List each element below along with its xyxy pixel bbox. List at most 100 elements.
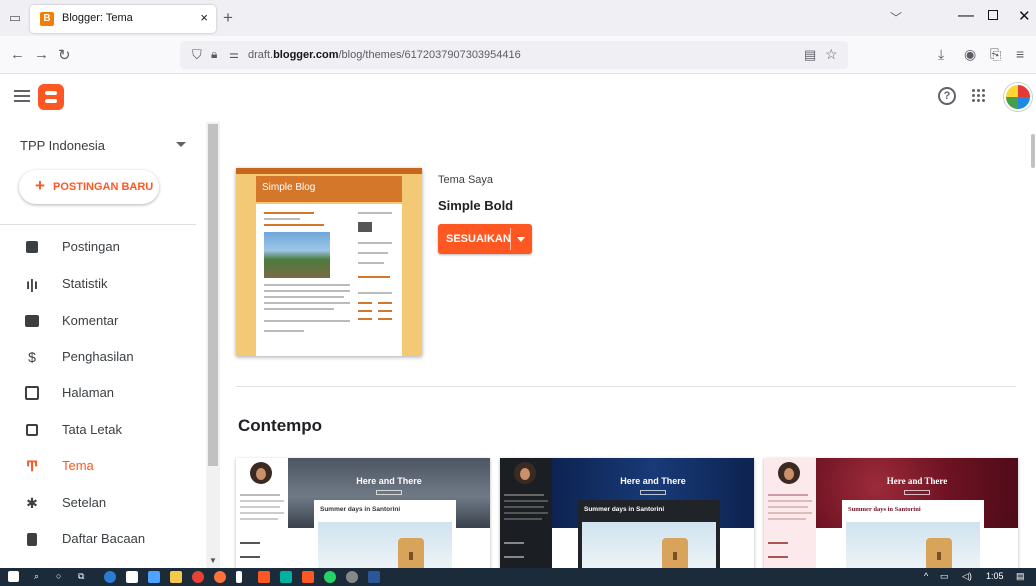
reader-view-icon[interactable]: ▤ bbox=[804, 47, 816, 63]
blogger-app-icon[interactable] bbox=[258, 571, 270, 583]
account-avatar[interactable] bbox=[1004, 83, 1032, 111]
themes-main: Simple Blog Tema Saya Simple Bold SESUAI… bbox=[220, 122, 1030, 570]
whatsapp-icon[interactable] bbox=[324, 571, 336, 583]
forward-icon[interactable]: → bbox=[34, 46, 49, 63]
reload-icon[interactable]: ↻ bbox=[58, 46, 71, 64]
card-post-image bbox=[846, 522, 980, 570]
card-post-title: Summer days in Santorini bbox=[848, 506, 921, 513]
dropdown-arrow-icon[interactable] bbox=[517, 237, 525, 242]
clock-time[interactable]: 1:05 bbox=[986, 571, 1004, 581]
sidebar-item-label: Setelan bbox=[62, 495, 107, 510]
url-text[interactable]: draft.blogger.com/blog/themes/6172037907… bbox=[248, 49, 521, 61]
firefox-icon[interactable] bbox=[214, 571, 226, 583]
sidebar-item-stats[interactable]: ı|ı Statistik bbox=[0, 267, 196, 301]
sidebar-item-posts[interactable]: Postingan bbox=[0, 230, 196, 264]
card-sidebar bbox=[236, 458, 288, 570]
new-post-button[interactable]: + POSTINGAN BARU bbox=[19, 170, 159, 204]
theme-card-contempo-red[interactable]: Here and There Summer days in Santorini bbox=[764, 458, 1018, 570]
back-icon[interactable]: ← bbox=[10, 46, 25, 63]
menu-icon[interactable]: ≡ bbox=[1016, 46, 1024, 62]
app-icon[interactable] bbox=[236, 571, 242, 583]
volume-icon[interactable]: ◁) bbox=[962, 571, 972, 582]
globe-icon[interactable] bbox=[346, 571, 358, 583]
network-icon[interactable]: ▭ bbox=[940, 571, 949, 582]
posts-icon bbox=[24, 239, 40, 255]
windows-start-icon[interactable] bbox=[8, 571, 19, 582]
word-icon[interactable] bbox=[368, 571, 380, 583]
apps-grid-icon[interactable] bbox=[972, 89, 986, 103]
sidebar-item-layout[interactable]: Tata Letak bbox=[0, 413, 196, 447]
browser-tab[interactable]: B Blogger: Tema × bbox=[30, 5, 216, 33]
current-theme-thumbnail[interactable]: Simple Blog bbox=[236, 168, 422, 356]
blogger-app-icon-2[interactable] bbox=[302, 571, 314, 583]
card-post-title: Summer days in Santorini bbox=[584, 506, 665, 513]
layout-icon bbox=[24, 422, 40, 438]
window-minimize-icon[interactable]: — bbox=[958, 7, 974, 25]
card-sidebar bbox=[500, 458, 552, 570]
thumbnail-blog-title: Simple Blog bbox=[262, 182, 316, 193]
sidebar-item-settings[interactable]: ✱ Setelan bbox=[0, 486, 196, 520]
sidebar-item-label: Halaman bbox=[62, 385, 115, 400]
blog-selector[interactable]: TPP Indonesia bbox=[20, 138, 105, 153]
theme-card-contempo-dark[interactable]: Here and There Summer days in Santorini bbox=[500, 458, 754, 570]
card-hero-pill bbox=[640, 490, 666, 495]
sidebar-item-comments[interactable]: Komentar bbox=[0, 304, 196, 338]
tab-list-icon[interactable]: ▭ bbox=[6, 9, 24, 27]
close-tab-icon[interactable]: × bbox=[200, 10, 208, 25]
task-view-icon[interactable]: ⧉ bbox=[78, 571, 84, 582]
chevron-down-icon[interactable] bbox=[176, 142, 186, 147]
tower-window bbox=[673, 552, 677, 560]
blogger-header: ? bbox=[0, 74, 1036, 122]
sidebar-item-label: Tema bbox=[62, 458, 94, 473]
sidebar-item-label: Daftar Bacaan bbox=[62, 531, 146, 546]
new-tab-icon[interactable]: + bbox=[223, 8, 233, 28]
stats-icon: ı|ı bbox=[26, 276, 38, 292]
card-post-title: Summer days in Santorini bbox=[320, 506, 401, 513]
shield-icon[interactable]: ⛉ bbox=[192, 47, 202, 63]
sidebar-item-reading-list[interactable]: Daftar Bacaan bbox=[0, 522, 196, 556]
mail-icon[interactable] bbox=[126, 571, 138, 583]
extensions-icon[interactable]: ⎘ bbox=[990, 46, 1001, 63]
address-bar[interactable]: ⛉ 🔒︎ ⚌ draft.blogger.com/blog/themes/617… bbox=[180, 41, 848, 69]
file-explorer-icon[interactable] bbox=[170, 571, 182, 583]
store-icon[interactable] bbox=[148, 571, 160, 583]
hamburger-menu-icon[interactable] bbox=[14, 90, 30, 102]
card-sidebar bbox=[764, 458, 816, 570]
plus-icon: + bbox=[35, 176, 45, 195]
window-close-icon[interactable]: ✕ bbox=[1018, 7, 1031, 25]
sidebar-item-theme[interactable]: Ͳ Tema bbox=[0, 449, 196, 483]
sidebar-scrollbar-thumb[interactable] bbox=[208, 124, 218, 466]
list-all-tabs-icon[interactable]: ﹀ bbox=[890, 9, 902, 26]
chrome-icon[interactable] bbox=[192, 571, 204, 583]
sidebar-item-earnings[interactable]: $ Penghasilan bbox=[0, 340, 196, 374]
customize-button[interactable]: SESUAIKAN bbox=[438, 224, 532, 254]
customize-label: SESUAIKAN bbox=[446, 233, 511, 245]
notification-icon[interactable]: ▤ bbox=[1016, 571, 1025, 582]
thumbnail-photo bbox=[264, 232, 330, 278]
tray-up-icon[interactable]: ^ bbox=[924, 571, 928, 581]
lock-icon[interactable]: 🔒︎ bbox=[211, 47, 217, 62]
section-divider bbox=[236, 386, 1016, 387]
window-maximize-icon[interactable] bbox=[988, 10, 998, 20]
my-theme-label: Tema Saya bbox=[438, 174, 494, 186]
edge-icon[interactable] bbox=[104, 571, 116, 583]
theme-icon: Ͳ bbox=[25, 458, 39, 474]
main-scrollbar-thumb[interactable] bbox=[1031, 134, 1035, 168]
search-icon[interactable]: ⌕ bbox=[34, 571, 39, 582]
blogger-logo[interactable] bbox=[38, 84, 64, 110]
tower-window bbox=[937, 552, 941, 560]
bookmark-star-icon[interactable]: ☆ bbox=[825, 46, 838, 63]
sidebar-item-pages[interactable]: Halaman bbox=[0, 376, 196, 410]
tower-window bbox=[409, 552, 413, 560]
sidebar-divider bbox=[0, 224, 196, 225]
sidebar-scrollbar[interactable]: ▼ bbox=[206, 122, 220, 568]
account-icon[interactable]: ◉ bbox=[964, 46, 976, 63]
scroll-down-arrow-icon[interactable]: ▼ bbox=[209, 556, 217, 565]
main-scrollbar[interactable] bbox=[1030, 122, 1036, 568]
help-icon[interactable]: ? bbox=[938, 87, 956, 105]
permissions-icon[interactable]: ⚌ bbox=[229, 48, 239, 61]
app-teal-icon[interactable] bbox=[280, 571, 292, 583]
download-icon[interactable]: ⤓ bbox=[938, 46, 944, 63]
cortana-icon[interactable]: ○ bbox=[56, 571, 61, 581]
theme-card-contempo-light[interactable]: Here and There Summer days in Santorini bbox=[236, 458, 490, 570]
